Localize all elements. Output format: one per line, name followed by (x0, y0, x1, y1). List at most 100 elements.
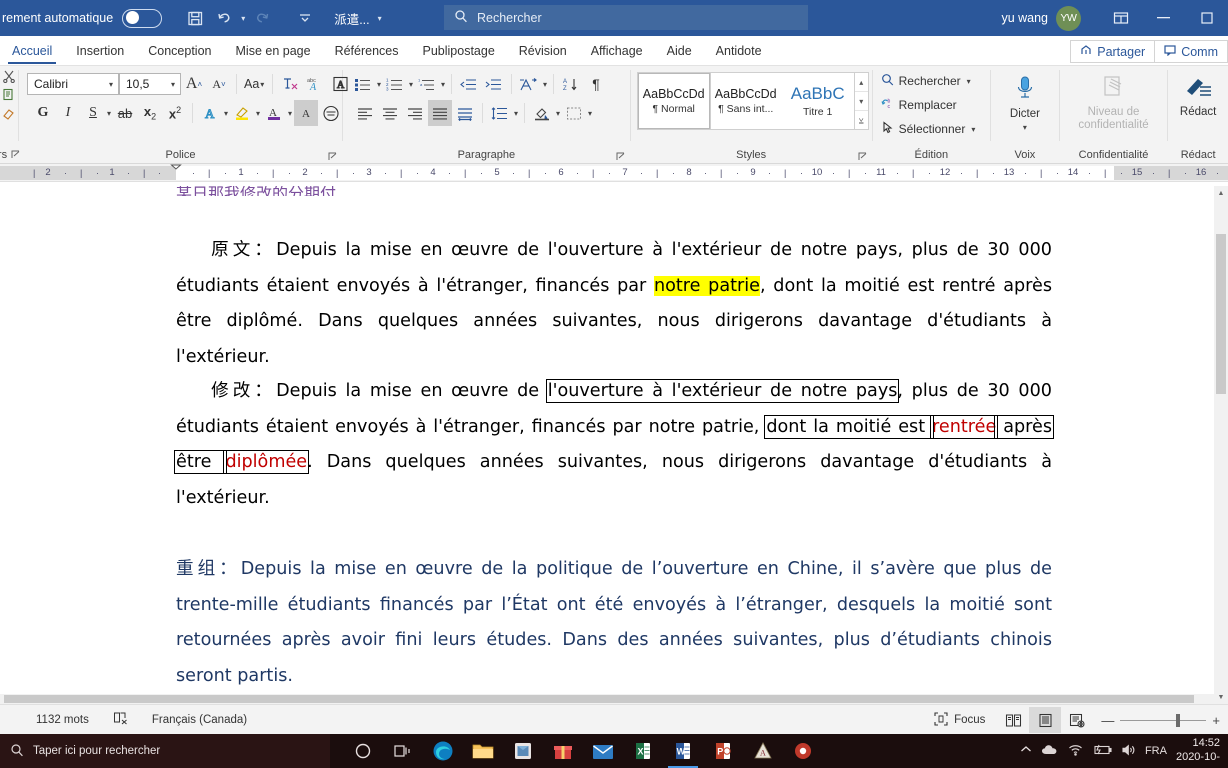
tab-references[interactable]: Références (323, 37, 411, 65)
font-size-input[interactable]: 10,5 ▾ (119, 73, 181, 95)
horizontal-ruler[interactable]: | 2 · | · 1 · | · · | · 1 · | · 2 · | · 3 · | · 4 · |… (0, 164, 1228, 182)
focus-mode-button[interactable]: Focus (922, 705, 997, 735)
wifi-icon[interactable] (1068, 744, 1083, 759)
read-mode-icon[interactable] (997, 707, 1029, 733)
horizontal-scroll-thumb[interactable] (4, 695, 1194, 703)
increase-indent-icon[interactable] (482, 71, 506, 97)
shading-icon[interactable] (530, 100, 554, 126)
scroll-up-icon[interactable]: ▲ (1214, 186, 1228, 200)
save-icon[interactable] (180, 3, 210, 33)
styles-more-icon[interactable]: ⩣ (855, 111, 868, 129)
sensitivity-button[interactable]: Niveau de confidentialité (1064, 71, 1164, 132)
search-input[interactable]: Rechercher (444, 5, 808, 30)
font-color-icon[interactable]: A (262, 100, 286, 126)
zoom-handle[interactable] (1176, 713, 1181, 727)
character-shading-icon[interactable]: A (294, 100, 319, 126)
volume-icon[interactable] (1121, 743, 1136, 759)
replace-button[interactable]: bc Remplacer (881, 94, 961, 116)
style-normal[interactable]: AaBbCcDd ¶ Normal (636, 72, 711, 130)
subscript-button[interactable]: x2 (138, 100, 162, 126)
ribbon-display-options-icon[interactable] (1099, 0, 1142, 36)
paragraph-dialog-launcher-icon[interactable] (616, 152, 626, 162)
line-spacing-dropdown-icon[interactable]: ▾ (513, 109, 519, 118)
zoom-track[interactable] (1120, 713, 1207, 727)
text-highlight-icon[interactable] (230, 100, 254, 126)
dictate-button[interactable]: Dicter ▾ (994, 71, 1056, 132)
excel-icon[interactable]: X (624, 734, 662, 768)
edge-icon[interactable] (424, 734, 462, 768)
zoom-in-button[interactable]: + (1206, 713, 1220, 728)
borders-dropdown-icon[interactable]: ▾ (587, 109, 593, 118)
bullets-dropdown-icon[interactable]: ▾ (376, 80, 382, 89)
copy-icon[interactable] (2, 88, 16, 105)
mail-icon[interactable] (584, 734, 622, 768)
tab-conception[interactable]: Conception (136, 37, 223, 65)
styles-scroll-up-icon[interactable]: ▴ (854, 73, 868, 92)
original-paragraph[interactable]: 原文：Depuis la mise en œuvre de l'ouvertur… (176, 233, 1052, 375)
rewritten-paragraph[interactable]: 重组：Depuis la mise en œuvre de la politiq… (176, 552, 1052, 694)
language-indicator[interactable]: FRA (1145, 745, 1167, 757)
taskbar-search-input[interactable]: Taper ici pour rechercher (0, 734, 330, 768)
font-dialog-launcher-icon[interactable] (328, 152, 338, 162)
show-hidden-icons-icon[interactable] (1020, 745, 1032, 757)
gift-icon[interactable] (544, 734, 582, 768)
grow-font-icon[interactable]: A ˄ (182, 71, 206, 97)
scroll-down-icon[interactable]: ▼ (1214, 690, 1228, 704)
highlight-dropdown-icon[interactable]: ▾ (255, 109, 261, 118)
change-case-button[interactable]: Aa ▾ (242, 71, 267, 97)
minimize-button[interactable] (1142, 0, 1185, 36)
comments-button[interactable]: Comm (1155, 40, 1228, 63)
user-name[interactable]: yu wang (1001, 11, 1048, 25)
task-view-icon[interactable] (384, 734, 422, 768)
maximize-button[interactable] (1185, 0, 1228, 36)
recorder-icon[interactable] (784, 734, 822, 768)
zoom-out-button[interactable]: — (1101, 713, 1120, 728)
store-icon[interactable] (504, 734, 542, 768)
underline-button[interactable]: S (81, 100, 105, 126)
tab-publipostage[interactable]: Publipostage (411, 37, 507, 65)
superscript-button[interactable]: x2 (163, 100, 187, 126)
share-button[interactable]: Partager (1070, 40, 1156, 63)
decrease-indent-icon[interactable] (457, 71, 481, 97)
styles-dialog-launcher-icon[interactable] (858, 152, 868, 162)
editor-button[interactable]: Rédact (1169, 71, 1227, 119)
document-name-menu[interactable]: 派遣... ▾ (334, 9, 382, 28)
tab-insertion[interactable]: Insertion (64, 37, 136, 65)
show-formatting-marks-icon[interactable]: ¶ (584, 71, 608, 97)
bold-button[interactable]: G (31, 100, 55, 126)
bullet-list-icon[interactable] (351, 71, 375, 97)
tab-aide[interactable]: Aide (655, 37, 704, 65)
font-family-input[interactable]: Calibri ▾ (27, 73, 119, 95)
enclose-characters-icon[interactable] (319, 100, 343, 126)
line-spacing-icon[interactable] (488, 100, 512, 126)
customize-quick-access-icon[interactable] (290, 3, 320, 33)
align-center-icon[interactable] (378, 100, 402, 126)
justify-icon[interactable] (428, 100, 452, 126)
battery-charging-icon[interactable] (1092, 744, 1112, 759)
tab-accueil[interactable]: Accueil (0, 37, 64, 65)
select-dropdown-icon[interactable]: ▾ (970, 125, 976, 134)
find-dropdown-icon[interactable]: ▾ (966, 77, 972, 86)
numbering-dropdown-icon[interactable]: ▾ (408, 80, 414, 89)
text-effects-dropdown-icon[interactable]: ▾ (223, 109, 229, 118)
style-titre-1[interactable]: AaBbC Titre 1 (782, 73, 854, 129)
distribute-icon[interactable] (453, 100, 477, 126)
italic-button[interactable]: I (56, 100, 80, 126)
underline-dropdown-icon[interactable]: ▾ (106, 109, 112, 118)
word-icon[interactable]: W (664, 734, 702, 768)
onedrive-icon[interactable] (1041, 744, 1059, 759)
clear-formatting-icon[interactable] (278, 71, 302, 97)
first-line-indent-marker[interactable] (170, 164, 182, 181)
word-count[interactable]: 1132 mots (24, 705, 101, 735)
proofing-status[interactable] (101, 705, 140, 735)
file-explorer-icon[interactable] (464, 734, 502, 768)
vertical-scroll-thumb[interactable] (1216, 234, 1226, 394)
clock[interactable]: 14:52 2020-10- (1176, 737, 1222, 765)
styles-gallery[interactable]: AaBbCcDd ¶ Normal AaBbCcDd ¶ Sans int...… (636, 72, 869, 130)
dictate-dropdown-icon[interactable]: ▾ (1022, 123, 1028, 132)
font-color-dropdown-icon[interactable]: ▾ (287, 109, 293, 118)
powerpoint-icon[interactable]: P (704, 734, 742, 768)
asian-layout-dropdown-icon[interactable]: ▾ (542, 80, 548, 89)
find-button[interactable]: Rechercher ▾ (881, 70, 976, 92)
page-indicator[interactable] (0, 705, 24, 735)
